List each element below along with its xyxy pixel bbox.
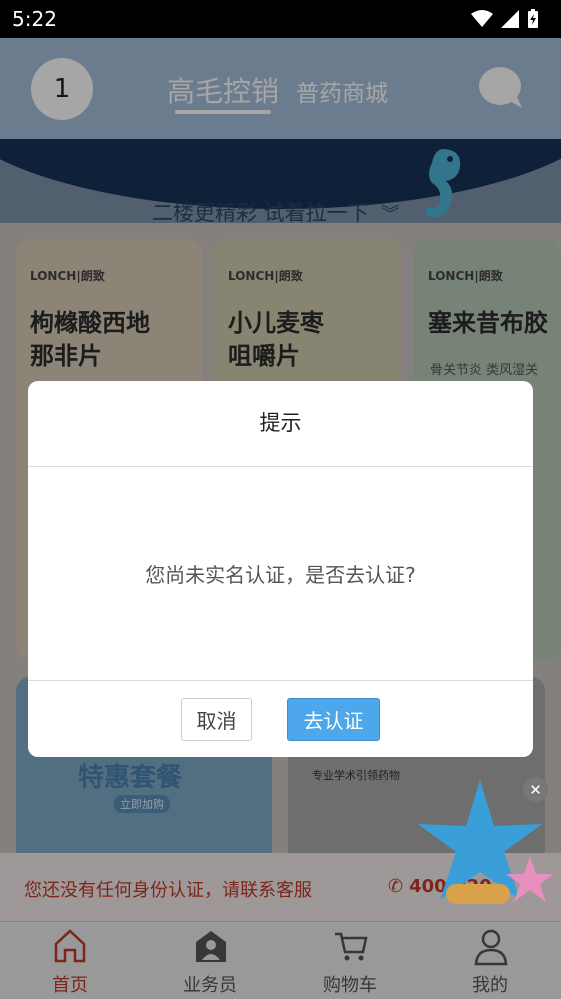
signal-icon [501,10,519,28]
starfish-mascot-icon[interactable] [410,778,555,913]
status-bar: 5:22 [0,0,561,38]
cancel-button[interactable]: 取消 [181,698,252,741]
wifi-icon [471,10,493,27]
status-time: 5:22 [12,7,57,31]
dialog-title: 提示 [28,381,533,467]
battery-icon [528,9,538,28]
dialog-message: 您尚未实名认证，是否去认证? [28,467,533,681]
verification-dialog: 提示 您尚未实名认证，是否去认证? 取消 去认证 [28,381,533,757]
go-verify-button[interactable]: 去认证 [287,698,380,741]
